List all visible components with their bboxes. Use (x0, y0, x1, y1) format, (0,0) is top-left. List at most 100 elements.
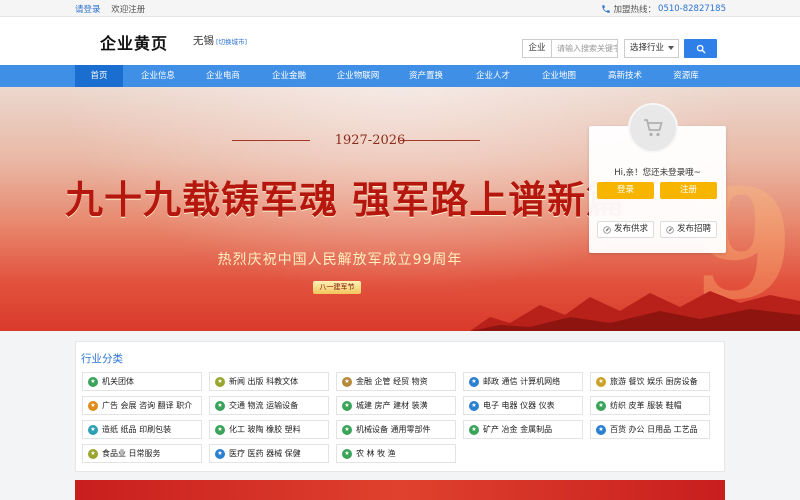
category-item[interactable]: ★ 造纸 纸品 印刷包装 (82, 420, 202, 439)
category-item[interactable]: ★ 城建 房产 建材 装潢 (336, 396, 456, 415)
avatar (628, 103, 678, 153)
category-label: 机械设备 通用零部件 (356, 425, 431, 434)
category-icon: ★ (215, 376, 225, 387)
category-label: 电子 电器 仪器 仪表 (483, 401, 555, 410)
login-greeting: Hi,亲！您还未登录哦~ (614, 168, 701, 178)
category-item[interactable]: ★ 矿产 冶金 金属制品 (463, 420, 583, 439)
post-supply-button[interactable]: 发布供求 (597, 221, 654, 238)
category-icon: ★ (342, 424, 352, 435)
category-item[interactable]: ★ 金融 企管 经贸 物资 (336, 372, 456, 391)
category-label: 交通 物流 运输设备 (229, 401, 299, 410)
great-wall-illustration (470, 291, 800, 331)
category-icon: ★ (88, 400, 98, 411)
post-job-label: 发布招聘 (676, 224, 711, 234)
category-item[interactable]: ★ 邮政 通信 计算机网络 (463, 372, 583, 391)
category-item[interactable]: ★ 农 林 牧 渔 (336, 444, 456, 463)
search-input[interactable] (552, 39, 618, 58)
post-supply-label: 发布供求 (613, 224, 648, 234)
category-label: 旅游 餐饮 娱乐 厨房设备 (610, 377, 698, 386)
hotline: 加盟热线： 0510-82827185 (601, 3, 726, 15)
category-label: 纺织 皮革 服装 鞋帽 (610, 401, 682, 410)
category-label: 百货 办公 日用品 工艺品 (610, 425, 698, 434)
phone-icon (601, 5, 610, 13)
shopping-cart-icon (644, 119, 663, 137)
category-icon: ★ (342, 448, 352, 459)
category-icon: ★ (596, 400, 606, 411)
category-icon: ★ (88, 424, 98, 435)
main-nav: 首页 企业信息 企业电商 企业金融 企业物联网 资产置换 企业人才 企业地图 高… (0, 65, 800, 87)
category-label: 城建 房产 建材 装潢 (356, 401, 428, 410)
search-button[interactable] (684, 39, 717, 58)
top-user-links: 请登录 欢迎注册 (75, 3, 153, 15)
category-icon: ★ (596, 376, 606, 387)
nav-item-iot[interactable]: 企业物联网 (332, 65, 384, 87)
category-label: 造纸 纸品 印刷包装 (102, 425, 172, 434)
post-job-button[interactable]: 发布招聘 (660, 221, 717, 238)
category-item[interactable]: ★ 机关团体 (82, 372, 202, 391)
category-item[interactable]: ★ 广告 会展 咨询 翻译 职介 (82, 396, 202, 415)
category-item[interactable]: ★ 交通 物流 运输设备 (209, 396, 329, 415)
register-button[interactable]: 注册 (660, 182, 717, 199)
category-label: 化工 玻陶 橡胶 塑料 (229, 425, 301, 434)
industry-select[interactable]: 选择行业 (624, 39, 679, 58)
category-icon: ★ (469, 400, 479, 411)
category-icon: ★ (215, 448, 225, 459)
nav-item-asset-exchange[interactable]: 资产置换 (402, 65, 450, 87)
login-link[interactable]: 请登录 (75, 5, 101, 15)
category-item[interactable]: ★ 新闻 出版 科教文体 (209, 372, 329, 391)
header: 企业黄页 无锡 [切换城市] 企业 选择行业 (0, 17, 800, 65)
category-icon: ★ (596, 424, 606, 435)
category-item[interactable]: ★ 纺织 皮革 服装 鞋帽 (590, 396, 710, 415)
category-item[interactable]: ★ 旅游 餐饮 娱乐 厨房设备 (590, 372, 710, 391)
category-item[interactable]: ★ 电子 电器 仪器 仪表 (463, 396, 583, 415)
nav-item-home[interactable]: 首页 (75, 65, 123, 87)
banner-tag: 八一建军节 (313, 281, 361, 294)
category-label: 农 林 牧 渔 (356, 449, 396, 458)
category-icon: ★ (215, 400, 225, 411)
category-icon: ★ (215, 424, 225, 435)
category-item[interactable]: ★ 食品业 日常服务 (82, 444, 202, 463)
category-item[interactable]: ★ 化工 玻陶 橡胶 塑料 (209, 420, 329, 439)
category-label: 邮政 通信 计算机网络 (483, 377, 561, 386)
banner-headline: 九十九载铸军魂 强军路上谱新篇 (65, 178, 626, 222)
industry-select-label: 选择行业 (630, 43, 665, 53)
category-label: 新闻 出版 科教文体 (229, 377, 299, 386)
category-title: 行业分类 (81, 353, 123, 365)
category-label: 广告 会展 咨询 翻译 职介 (102, 401, 193, 410)
category-icon: ★ (88, 448, 98, 459)
edit-icon (666, 225, 674, 234)
switch-city-link[interactable]: [切换城市] (216, 36, 247, 46)
category-icon: ★ (342, 400, 352, 411)
login-button[interactable]: 登录 (597, 182, 654, 199)
nav-item-talent[interactable]: 企业人才 (469, 65, 517, 87)
category-icon: ★ (342, 376, 352, 387)
current-city: 无锡 (193, 35, 214, 47)
category-label: 矿产 冶金 金属制品 (483, 425, 553, 434)
hotline-number: 0510-82827185 (658, 4, 726, 14)
nav-item-ecommerce[interactable]: 企业电商 (199, 65, 247, 87)
nav-item-finance[interactable]: 企业金融 (265, 65, 313, 87)
search-icon (696, 44, 705, 53)
secondary-banner[interactable] (75, 480, 725, 500)
nav-item-resources[interactable]: 资源库 (662, 65, 710, 87)
category-item[interactable]: ★ 医疗 医药 器械 保健 (209, 444, 329, 463)
category-label: 医疗 医药 器械 保健 (229, 449, 301, 458)
category-icon: ★ (469, 376, 479, 387)
category-item[interactable]: ★ 机械设备 通用零部件 (336, 420, 456, 439)
category-icon: ★ (88, 376, 98, 387)
top-strip: 请登录 欢迎注册 加盟热线： 0510-82827185 (0, 0, 800, 17)
edit-icon (603, 225, 611, 234)
banner-subline: 热烈庆祝中国人民解放军成立99周年 (217, 252, 463, 268)
category-item[interactable]: ★ 百货 办公 日用品 工艺品 (590, 420, 710, 439)
category-icon: ★ (469, 424, 479, 435)
category-label: 金融 企管 经贸 物资 (356, 377, 428, 386)
chevron-down-icon (668, 46, 674, 50)
category-label: 机关团体 (102, 377, 134, 386)
nav-item-enterprise-info[interactable]: 企业信息 (134, 65, 182, 87)
register-link[interactable]: 欢迎注册 (111, 5, 145, 15)
hotline-label: 加盟热线： (613, 5, 657, 15)
search-type-select[interactable]: 企业 (522, 39, 552, 58)
nav-item-map[interactable]: 企业地图 (535, 65, 583, 87)
site-logo[interactable]: 企业黄页 (100, 30, 168, 54)
nav-item-hitech[interactable]: 高新技术 (601, 65, 649, 87)
